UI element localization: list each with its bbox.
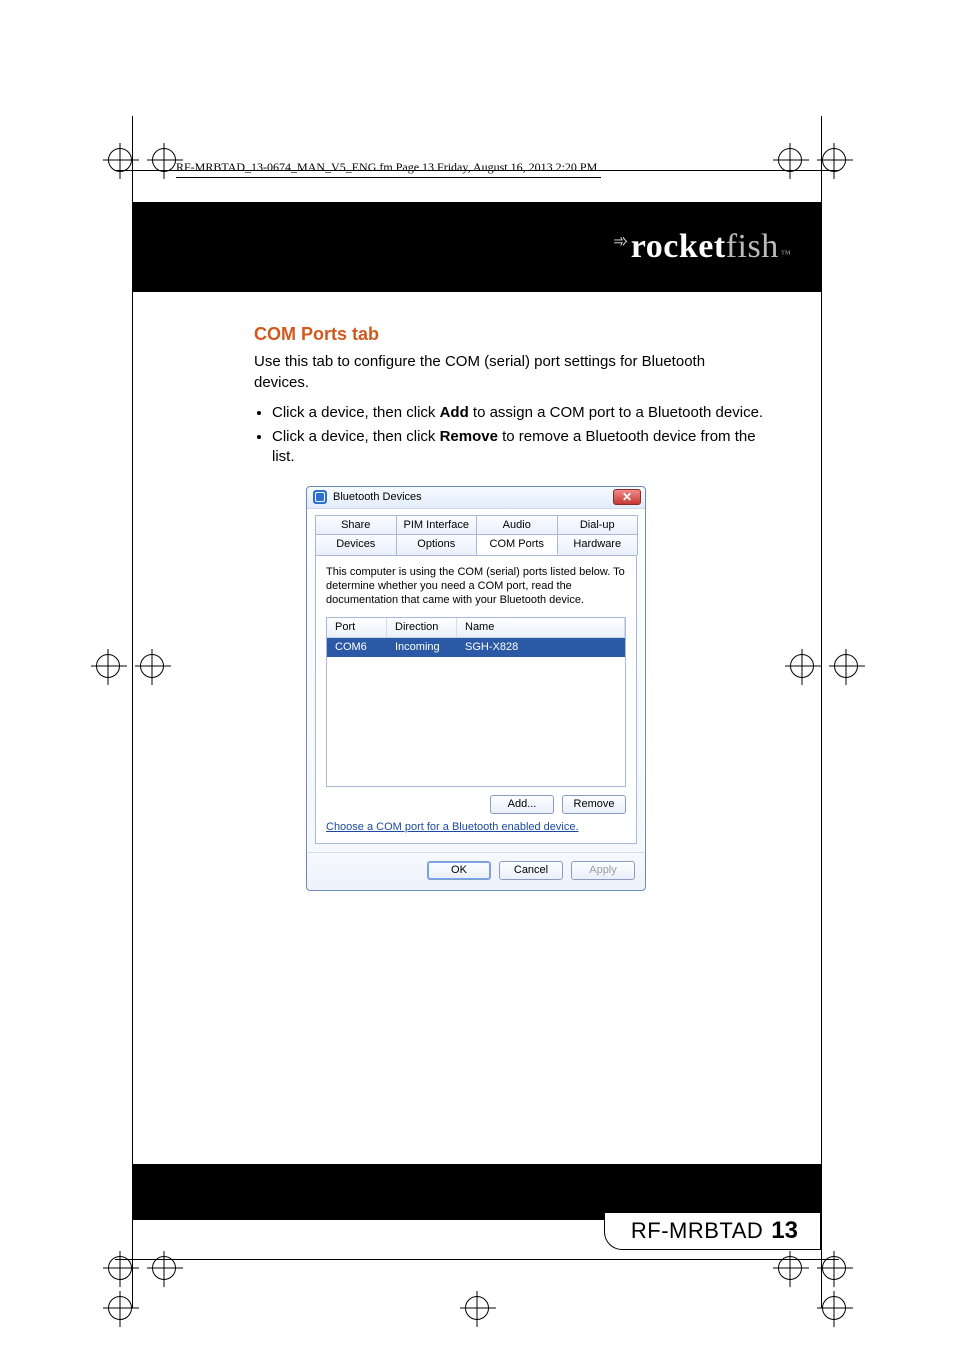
tab-dial-up[interactable]: Dial-up bbox=[557, 515, 639, 535]
com-ports-panel: This computer is using the COM (serial) … bbox=[315, 555, 637, 844]
cell-name: SGH-X828 bbox=[457, 638, 625, 657]
tab-share[interactable]: Share bbox=[315, 515, 397, 535]
add-button[interactable]: Add... bbox=[490, 795, 554, 814]
cell-direction: Incoming bbox=[387, 638, 457, 657]
bullet-item: Click a device, then click Remove to rem… bbox=[272, 427, 764, 468]
tab-audio[interactable]: Audio bbox=[476, 515, 558, 535]
registration-mark-icon bbox=[834, 654, 858, 678]
remove-button[interactable]: Remove bbox=[562, 795, 626, 814]
rocketfish-logo: ➾ rocketfish ™ bbox=[613, 228, 791, 266]
registration-mark-icon bbox=[108, 1296, 132, 1320]
dialog-title-text: Bluetooth Devices bbox=[333, 490, 422, 505]
section-intro: Use this tab to configure the COM (seria… bbox=[254, 352, 764, 393]
close-icon: ✕ bbox=[622, 491, 632, 503]
dialog-footer: OK Cancel Apply bbox=[307, 852, 645, 890]
list-header: Port Direction Name bbox=[327, 618, 625, 638]
tab-devices[interactable]: Devices bbox=[315, 534, 397, 555]
registration-mark-icon bbox=[108, 1256, 132, 1280]
cancel-button[interactable]: Cancel bbox=[499, 861, 563, 880]
content-region: COM Ports tab Use this tab to configure … bbox=[254, 312, 764, 891]
header-band: ➾ rocketfish ™ bbox=[133, 202, 821, 292]
section-heading: COM Ports tab bbox=[254, 322, 764, 346]
registration-mark-icon bbox=[778, 1256, 802, 1280]
crop-line bbox=[821, 116, 822, 1308]
bullet-pre: Click a device, then click bbox=[272, 404, 440, 421]
bluetooth-devices-dialog: Bluetooth Devices ✕ Share PIM Interface … bbox=[306, 486, 646, 891]
crop-line bbox=[132, 116, 133, 1308]
dialog-titlebar[interactable]: Bluetooth Devices ✕ bbox=[307, 487, 645, 509]
tab-options[interactable]: Options bbox=[396, 534, 478, 555]
registration-mark-icon bbox=[465, 1296, 489, 1320]
footer-label: RF-MRBTAD 13 bbox=[604, 1213, 821, 1250]
registration-mark-icon bbox=[822, 1296, 846, 1320]
footer-band: RF-MRBTAD 13 bbox=[133, 1164, 821, 1220]
bullet-post: to assign a COM port to a Bluetooth devi… bbox=[469, 404, 763, 421]
registration-mark-icon bbox=[790, 654, 814, 678]
registration-mark-icon bbox=[152, 1256, 176, 1280]
registration-mark-icon bbox=[778, 148, 802, 172]
footer-page: 13 bbox=[771, 1217, 798, 1245]
bullet-bold: Remove bbox=[440, 428, 498, 445]
logo-light: fish bbox=[726, 228, 779, 266]
col-header-name[interactable]: Name bbox=[457, 618, 625, 637]
logo-tm: ™ bbox=[781, 249, 791, 260]
registration-mark-icon bbox=[108, 148, 132, 172]
logo-swirl-icon: ➾ bbox=[613, 231, 629, 252]
com-ports-list[interactable]: Port Direction Name COM6 Incoming SGH-X8… bbox=[326, 617, 626, 787]
registration-mark-icon bbox=[822, 1256, 846, 1280]
tab-hardware[interactable]: Hardware bbox=[557, 534, 639, 555]
logo-strong: rocket bbox=[631, 228, 726, 266]
tab-pim-interface[interactable]: PIM Interface bbox=[396, 515, 478, 535]
close-button[interactable]: ✕ bbox=[613, 489, 641, 505]
section-bullets: Click a device, then click Add to assign… bbox=[272, 403, 764, 468]
panel-explanation: This computer is using the COM (serial) … bbox=[326, 566, 626, 607]
registration-mark-icon bbox=[140, 654, 164, 678]
apply-button: Apply bbox=[571, 861, 635, 880]
bullet-item: Click a device, then click Add to assign… bbox=[272, 403, 764, 423]
bullet-pre: Click a device, then click bbox=[272, 428, 440, 445]
col-header-port[interactable]: Port bbox=[327, 618, 387, 637]
crop-line bbox=[115, 1259, 839, 1260]
ok-button[interactable]: OK bbox=[427, 861, 491, 880]
footer-model: RF-MRBTAD bbox=[631, 1218, 763, 1244]
registration-mark-icon bbox=[822, 148, 846, 172]
bullet-bold: Add bbox=[440, 404, 469, 421]
choose-com-port-link[interactable]: Choose a COM port for a Bluetooth enable… bbox=[326, 820, 626, 835]
tab-strip: Share PIM Interface Audio Dial-up Device… bbox=[307, 509, 645, 556]
registration-mark-icon bbox=[96, 654, 120, 678]
cell-port: COM6 bbox=[327, 638, 387, 657]
col-header-direction[interactable]: Direction bbox=[387, 618, 457, 637]
list-row-selected[interactable]: COM6 Incoming SGH-X828 bbox=[327, 638, 625, 657]
source-file-tag: RF-MRBTAD_13-0674_MAN_V5_ENG.fm Page 13 … bbox=[176, 160, 601, 178]
tab-com-ports[interactable]: COM Ports bbox=[476, 534, 558, 555]
bluetooth-icon bbox=[313, 490, 327, 504]
registration-mark-icon bbox=[152, 148, 176, 172]
